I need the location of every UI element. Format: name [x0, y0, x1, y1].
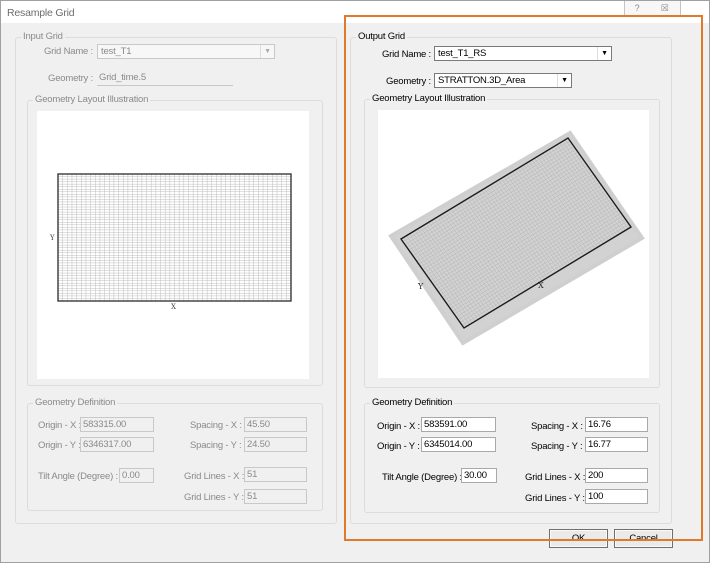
- output-spacing-x-field[interactable]: 16.76: [585, 417, 648, 432]
- input-origin-x-field: 583315.00: [80, 417, 154, 432]
- close-icon: ☒: [660, 3, 669, 13]
- input-tilt-field: 0.00: [119, 468, 154, 483]
- input-axis-y-label: Y: [49, 234, 55, 242]
- output-grid-name-value: test_T1_RS: [438, 48, 487, 59]
- output-origin-y-field[interactable]: 6345014.00: [421, 437, 496, 452]
- input-geometry-field: Grid_time.5: [97, 71, 233, 86]
- help-icon: ?: [634, 3, 640, 13]
- input-grid-legend: Input Grid: [21, 31, 65, 43]
- input-lines-y-label: Grid Lines - Y :: [184, 492, 244, 503]
- input-tilt-label: Tilt Angle (Degree) :: [38, 471, 118, 482]
- output-layout-legend: Geometry Layout Illustration: [370, 93, 488, 105]
- output-spacing-y-field[interactable]: 16.77: [585, 437, 648, 452]
- resample-grid-dialog: Resample Grid ? ☒ Input Grid Grid Name :…: [0, 0, 710, 563]
- output-geometry-value: STRATTON.3D_Area: [438, 75, 526, 86]
- input-definition-legend: Geometry Definition: [33, 397, 118, 409]
- output-lines-y-field[interactable]: 100: [585, 489, 648, 504]
- output-tilt-label: Tilt Angle (Degree) :: [382, 472, 462, 483]
- output-lines-x-field[interactable]: 200: [585, 468, 648, 483]
- output-axis-y-label: Y: [417, 282, 424, 291]
- input-grid-name-value: test_T1: [101, 46, 132, 57]
- ok-button[interactable]: OK: [549, 529, 608, 548]
- input-spacing-y-field: 24.50: [244, 437, 307, 452]
- output-layout-canvas: X Y: [378, 110, 649, 378]
- chevron-down-icon: ▼: [260, 45, 274, 58]
- title-bar: Resample Grid ? ☒: [1, 1, 709, 23]
- output-lines-y-label: Grid Lines - Y :: [525, 493, 585, 504]
- input-lines-x-label: Grid Lines - X :: [184, 471, 245, 482]
- output-definition-legend: Geometry Definition: [370, 397, 455, 409]
- output-spacing-y-label: Spacing - Y :: [531, 441, 583, 452]
- chevron-down-icon: ▼: [597, 47, 611, 60]
- input-origin-y-label: Origin - Y :: [38, 440, 81, 451]
- input-layout-canvas: X Y: [37, 111, 309, 379]
- output-grid-name-select[interactable]: test_T1_RS ▼: [434, 46, 612, 61]
- input-spacing-x-label: Spacing - X :: [190, 420, 242, 431]
- window-title: Resample Grid: [7, 7, 75, 19]
- output-geometry-select[interactable]: STRATTON.3D_Area ▼: [434, 73, 572, 88]
- output-spacing-x-label: Spacing - X :: [531, 421, 583, 432]
- help-button[interactable]: ?: [624, 1, 650, 17]
- output-origin-x-label: Origin - X :: [377, 421, 420, 432]
- input-lines-x-field: 51: [244, 467, 307, 482]
- output-geometry-label: Geometry :: [386, 76, 431, 87]
- input-spacing-x-field: 45.50: [244, 417, 307, 432]
- input-grid-name-label: Grid Name :: [43, 46, 93, 57]
- output-grid-legend: Output Grid: [356, 31, 407, 43]
- output-grid-illustration: X Y: [388, 130, 645, 346]
- input-origin-x-label: Origin - X :: [38, 420, 81, 431]
- output-origin-y-label: Origin - Y :: [377, 441, 420, 452]
- chevron-down-icon: ▼: [557, 74, 571, 87]
- input-origin-y-field: 6346317.00: [80, 437, 154, 452]
- input-lines-y-field: 51: [244, 489, 307, 504]
- input-grid-illustration: X Y: [49, 173, 292, 311]
- output-axis-x-label: X: [538, 281, 544, 290]
- cancel-button[interactable]: Cancel: [614, 529, 673, 548]
- output-origin-x-field[interactable]: 583591.00: [421, 417, 496, 432]
- input-axis-x-label: X: [171, 303, 176, 311]
- input-grid-name-select: test_T1 ▼: [97, 44, 275, 59]
- output-tilt-field[interactable]: 30.00: [461, 468, 497, 483]
- input-spacing-y-label: Spacing - Y :: [190, 440, 242, 451]
- input-geometry-label: Geometry :: [48, 73, 93, 84]
- input-layout-legend: Geometry Layout Illustration: [33, 94, 151, 106]
- output-grid-name-label: Grid Name :: [381, 49, 431, 60]
- output-lines-x-label: Grid Lines - X :: [525, 472, 586, 483]
- close-button[interactable]: ☒: [649, 1, 681, 17]
